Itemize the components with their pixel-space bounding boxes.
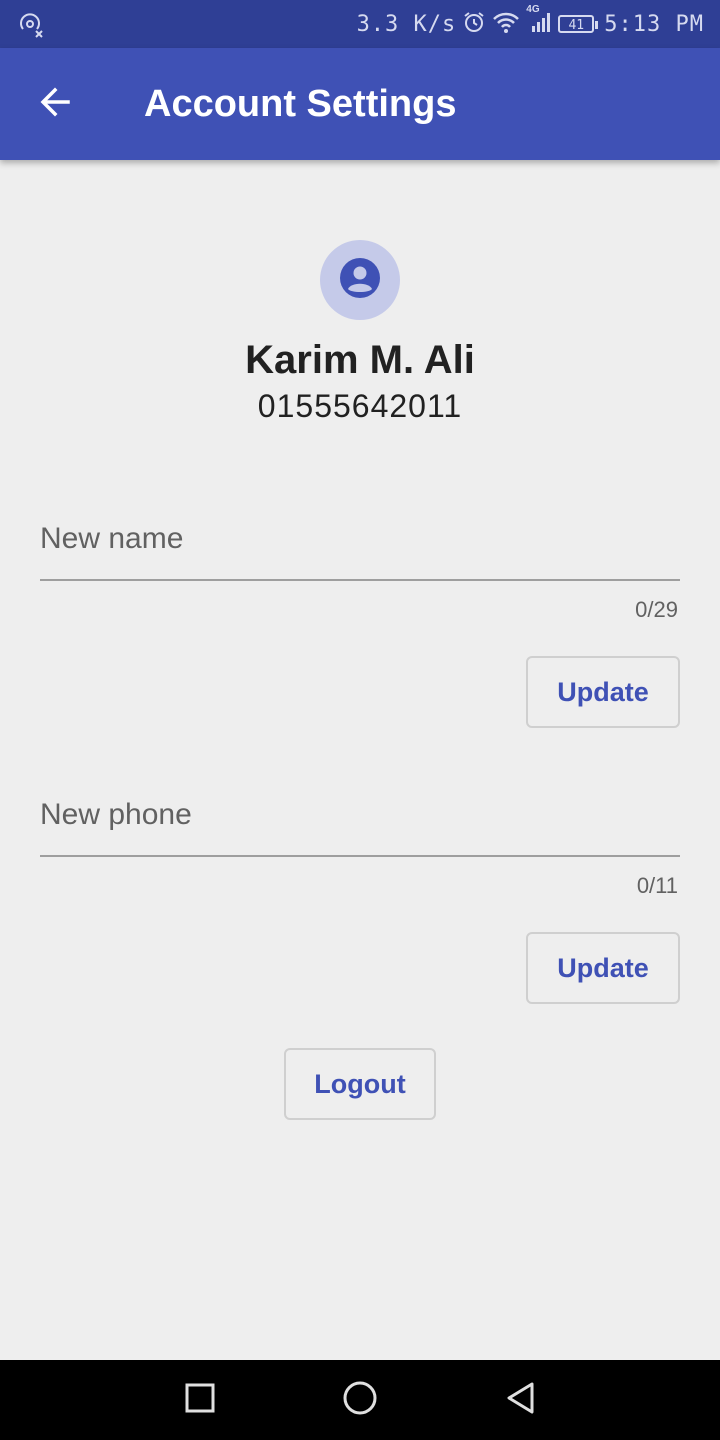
back-button[interactable] [28, 76, 84, 132]
phone-char-counter: 0/11 [636, 873, 678, 898]
update-phone-button[interactable]: Update [526, 932, 680, 1004]
avatar [320, 240, 400, 320]
network-speed: 3.3 K/s [356, 11, 457, 37]
battery-icon: 41 [558, 15, 599, 33]
recents-square-icon [184, 1382, 216, 1419]
profile-name: Karim M. Ali [245, 338, 475, 382]
back-triangle-icon [504, 1381, 536, 1420]
new-name-field-container [40, 499, 680, 581]
system-back-button[interactable] [496, 1376, 544, 1424]
alarm-icon [462, 10, 486, 39]
new-phone-input[interactable] [40, 775, 680, 857]
hotspot-icon [18, 12, 44, 38]
new-phone-field-container [40, 775, 680, 857]
status-bar-right: 3.3 K/s 4G 41 5:13 PM [357, 0, 704, 48]
profile-phone: 01555642011 [257, 388, 463, 424]
network-type-label: 4G [526, 3, 540, 15]
app-bar: Account Settings [0, 48, 720, 160]
wifi-icon [492, 10, 520, 39]
recents-button[interactable] [176, 1376, 224, 1424]
clock: 5:13 PM [604, 11, 704, 37]
home-button[interactable] [336, 1376, 384, 1424]
page-title: Account Settings [144, 83, 457, 125]
arrow-back-icon [38, 84, 74, 125]
name-char-counter: 0/29 [635, 597, 678, 622]
home-circle-icon [342, 1380, 378, 1421]
status-bar: 3.3 K/s 4G 41 5:13 PM [0, 0, 720, 48]
new-name-input[interactable] [40, 499, 680, 581]
logout-button[interactable]: Logout [284, 1048, 436, 1120]
account-circle-icon [339, 257, 381, 304]
update-name-button[interactable]: Update [526, 656, 680, 728]
system-nav-bar [0, 1360, 720, 1440]
signal-icon: 4G [526, 4, 552, 39]
